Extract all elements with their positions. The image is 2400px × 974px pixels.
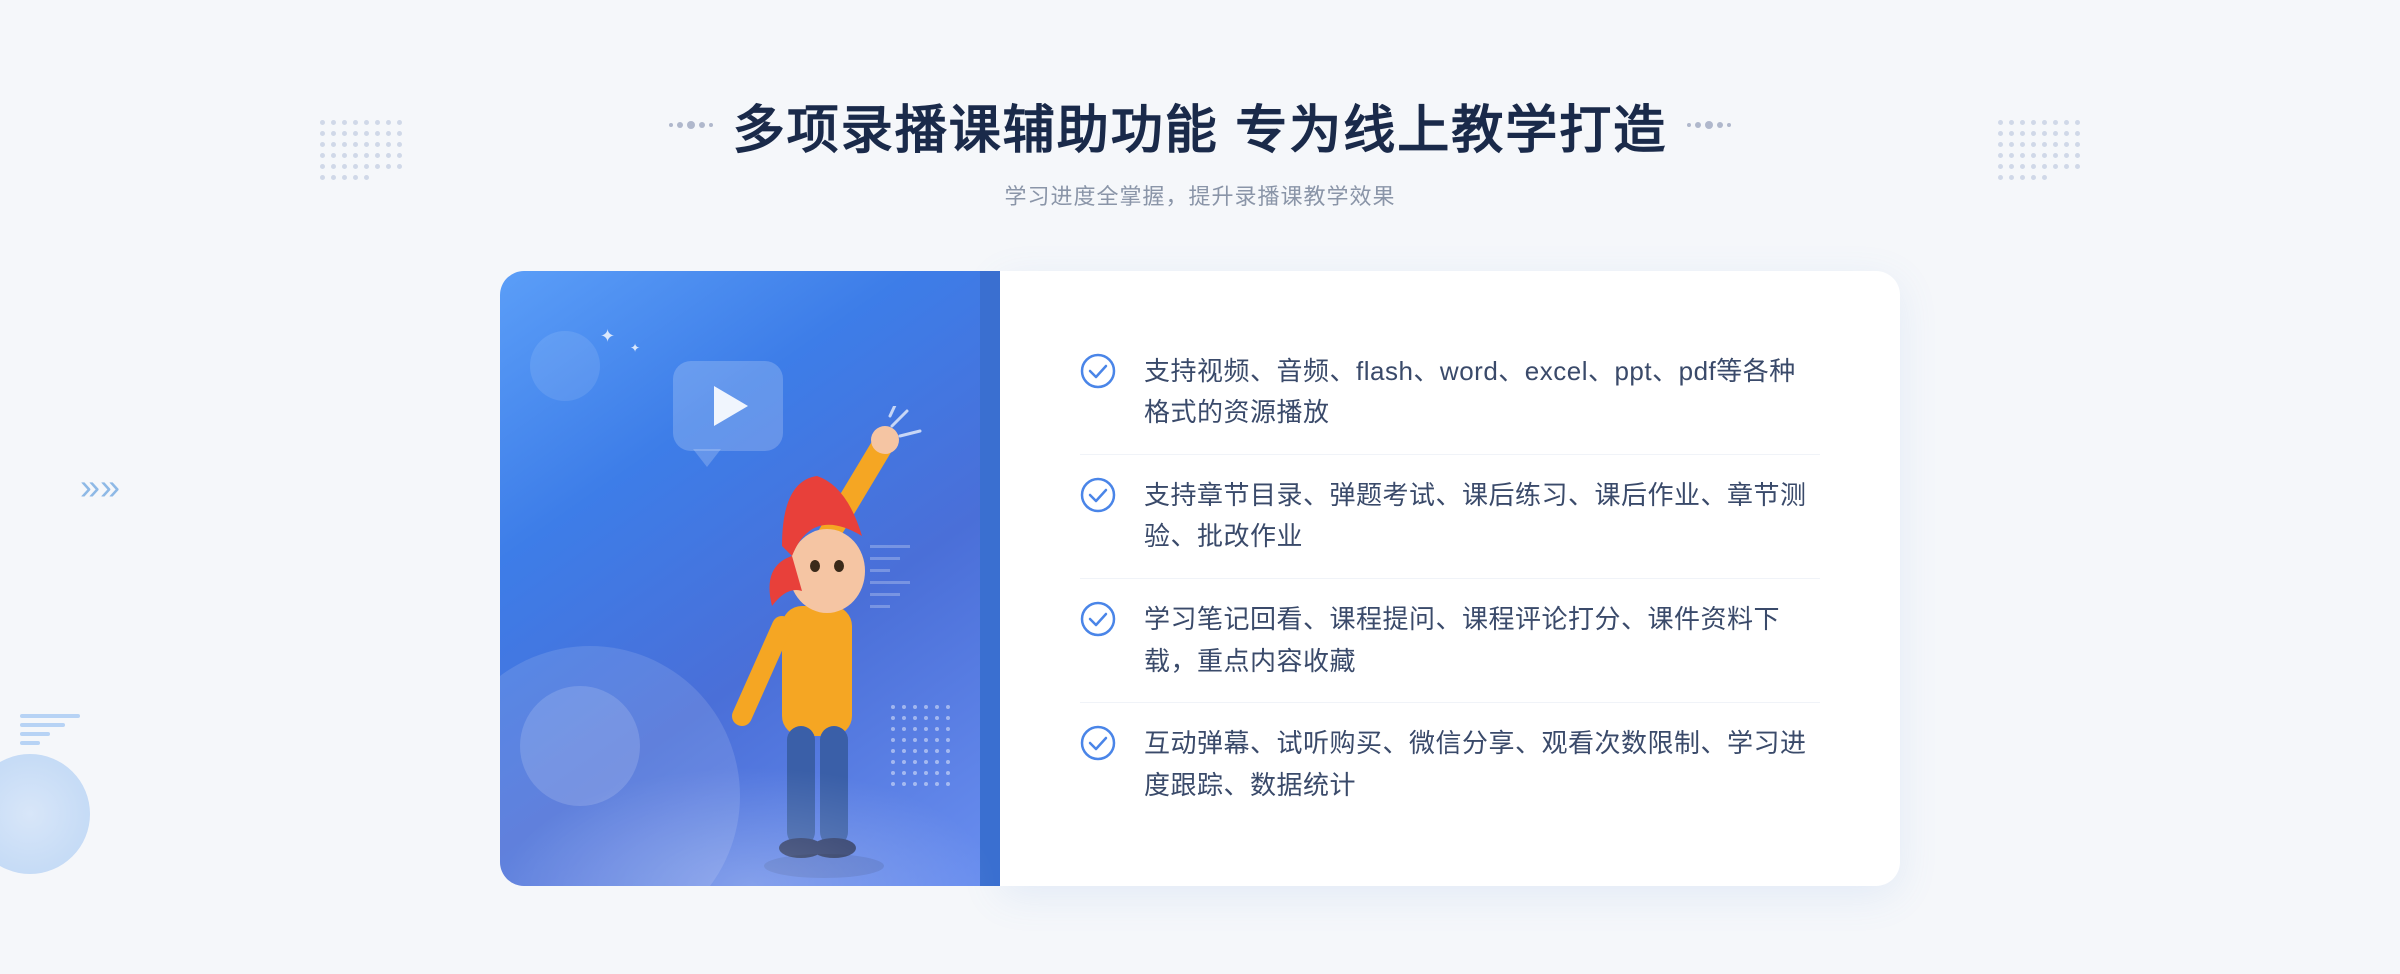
stripe-decoration xyxy=(20,714,80,794)
header-dots-left xyxy=(669,121,713,129)
check-circle-icon-4 xyxy=(1080,725,1116,761)
diagonal-lines-decoration xyxy=(870,536,920,621)
feature-item-1: 支持视频、音频、flash、word、excel、ppt、pdf等各种格式的资源… xyxy=(1080,331,1820,455)
feature-text-2: 支持章节目录、弹题考试、课后练习、课后作业、章节测验、批改作业 xyxy=(1144,475,1820,558)
feature-text-1: 支持视频、音频、flash、word、excel、ppt、pdf等各种格式的资源… xyxy=(1144,351,1820,434)
dot-pattern-top-left: // Generate dots inline for(let i=0; i<4… xyxy=(320,120,402,180)
feature-text-4: 互动弹幕、试听购买、微信分享、观看次数限制、学习进度跟踪、数据统计 xyxy=(1144,723,1820,806)
feature-item-4: 互动弹幕、试听购买、微信分享、观看次数限制、学习进度跟踪、数据统计 xyxy=(1080,703,1820,826)
stripe-line-3 xyxy=(20,732,50,736)
stripe-line-4 xyxy=(20,741,40,745)
stripe-line-1 xyxy=(20,714,80,718)
header-dots-right xyxy=(1687,121,1731,129)
feature-item-3: 学习笔记回看、课程提问、课程评论打分、课件资料下载，重点内容收藏 xyxy=(1080,579,1820,703)
check-circle-icon-1 xyxy=(1080,353,1116,389)
check-circle-icon-2 xyxy=(1080,477,1116,513)
page-wrapper: »» // Generate dots inline for(let i=0; … xyxy=(0,0,2400,974)
content-area: ✦ ✦ xyxy=(500,271,1900,887)
header-decorators: 多项录播课辅助功能 专为线上教学打造 xyxy=(669,88,1731,163)
page-subtitle: 学习进度全掌握，提升录播课教学效果 xyxy=(669,179,1731,211)
stripe-line-2 xyxy=(20,723,65,727)
illus-circle-small xyxy=(530,331,600,401)
feature-text-3: 学习笔记回看、课程提问、课程评论打分、课件资料下载，重点内容收藏 xyxy=(1144,599,1820,682)
check-circle-icon-3 xyxy=(1080,601,1116,637)
sparkle-icon-1: ✦ xyxy=(600,326,615,347)
bottom-glow xyxy=(500,766,1000,886)
illustration-panel: ✦ ✦ xyxy=(500,271,1000,887)
dot-pattern-top-right xyxy=(1998,120,2080,180)
header-section: 多项录播课辅助功能 专为线上教学打造 学习进度全掌握，提升录播课教学效果 xyxy=(669,88,1731,211)
feature-item-2: 支持章节目录、弹题考试、课后练习、课后作业、章节测验、批改作业 xyxy=(1080,455,1820,579)
content-panel: 支持视频、音频、flash、word、excel、ppt、pdf等各种格式的资源… xyxy=(1000,271,1900,887)
page-title: 多项录播课辅助功能 专为线上教学打造 xyxy=(733,88,1667,163)
sparkle-icon-2: ✦ xyxy=(630,341,640,355)
left-arrow-icon: »» xyxy=(80,466,120,508)
